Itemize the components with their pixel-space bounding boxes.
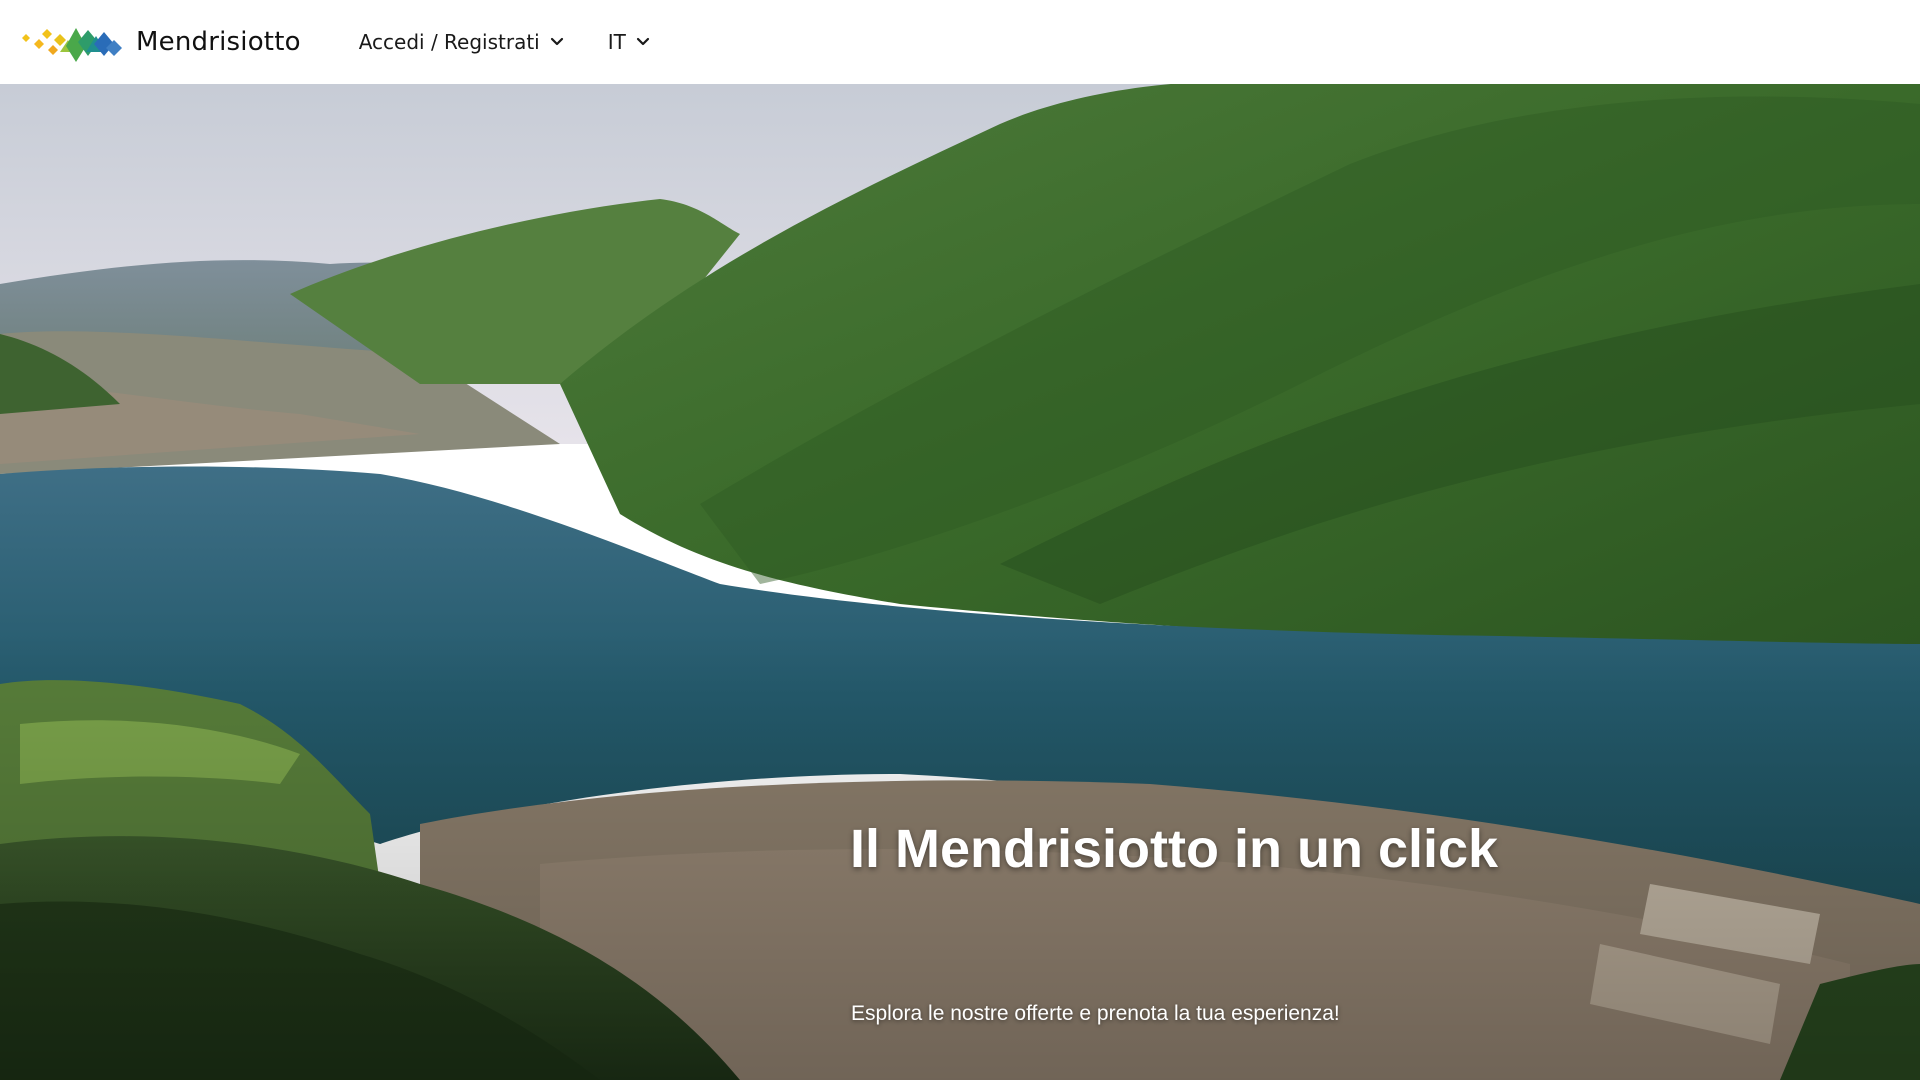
login-register-dropdown[interactable]: Accedi / Registrati <box>359 30 564 54</box>
brand-logo-link[interactable]: Mendrisiotto <box>20 22 301 62</box>
site-header: Mendrisiotto Accedi / Registrati IT <box>0 0 1920 84</box>
hero-banner <box>0 84 1920 1080</box>
brand-name: Mendrisiotto <box>136 27 301 57</box>
chevron-down-icon <box>550 37 563 46</box>
main-nav: Accedi / Registrati IT <box>359 30 694 54</box>
language-selector[interactable]: IT <box>608 30 650 54</box>
language-label: IT <box>607 30 626 54</box>
login-register-label: Accedi / Registrati <box>358 30 540 54</box>
hero-title: Il Mendrisiotto in un click <box>850 819 1499 879</box>
hero-subtitle: Esplora le nostre offerte e prenota la t… <box>851 1002 1340 1025</box>
chevron-down-icon <box>636 37 649 46</box>
mendrisiotto-logo-icon <box>22 28 122 62</box>
hero-overlay <box>0 84 1920 1080</box>
